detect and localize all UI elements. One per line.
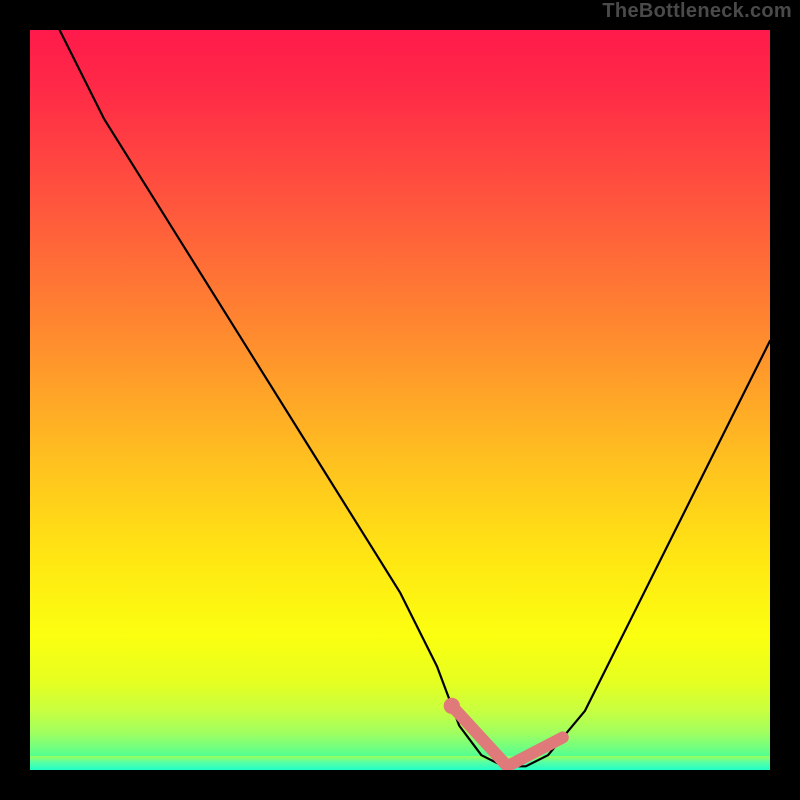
- watermark-text: TheBottleneck.com: [602, 0, 792, 23]
- chart-frame: TheBottleneck.com: [0, 0, 800, 800]
- plot-area: [30, 30, 770, 770]
- curve-layer: [30, 30, 770, 770]
- highlight-dot-left: [444, 698, 460, 714]
- bottleneck-curve: [60, 30, 770, 766]
